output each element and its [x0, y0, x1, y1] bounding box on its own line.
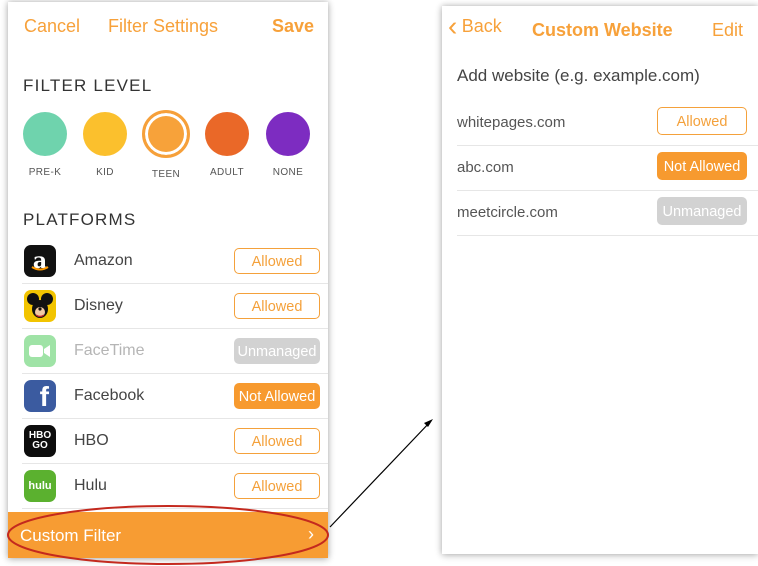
pointer-arrow-head: [424, 419, 433, 427]
annotation-overlay: [7, 419, 433, 565]
pointer-arrow-line: [329, 420, 432, 528]
highlight-ellipse: [7, 505, 329, 565]
